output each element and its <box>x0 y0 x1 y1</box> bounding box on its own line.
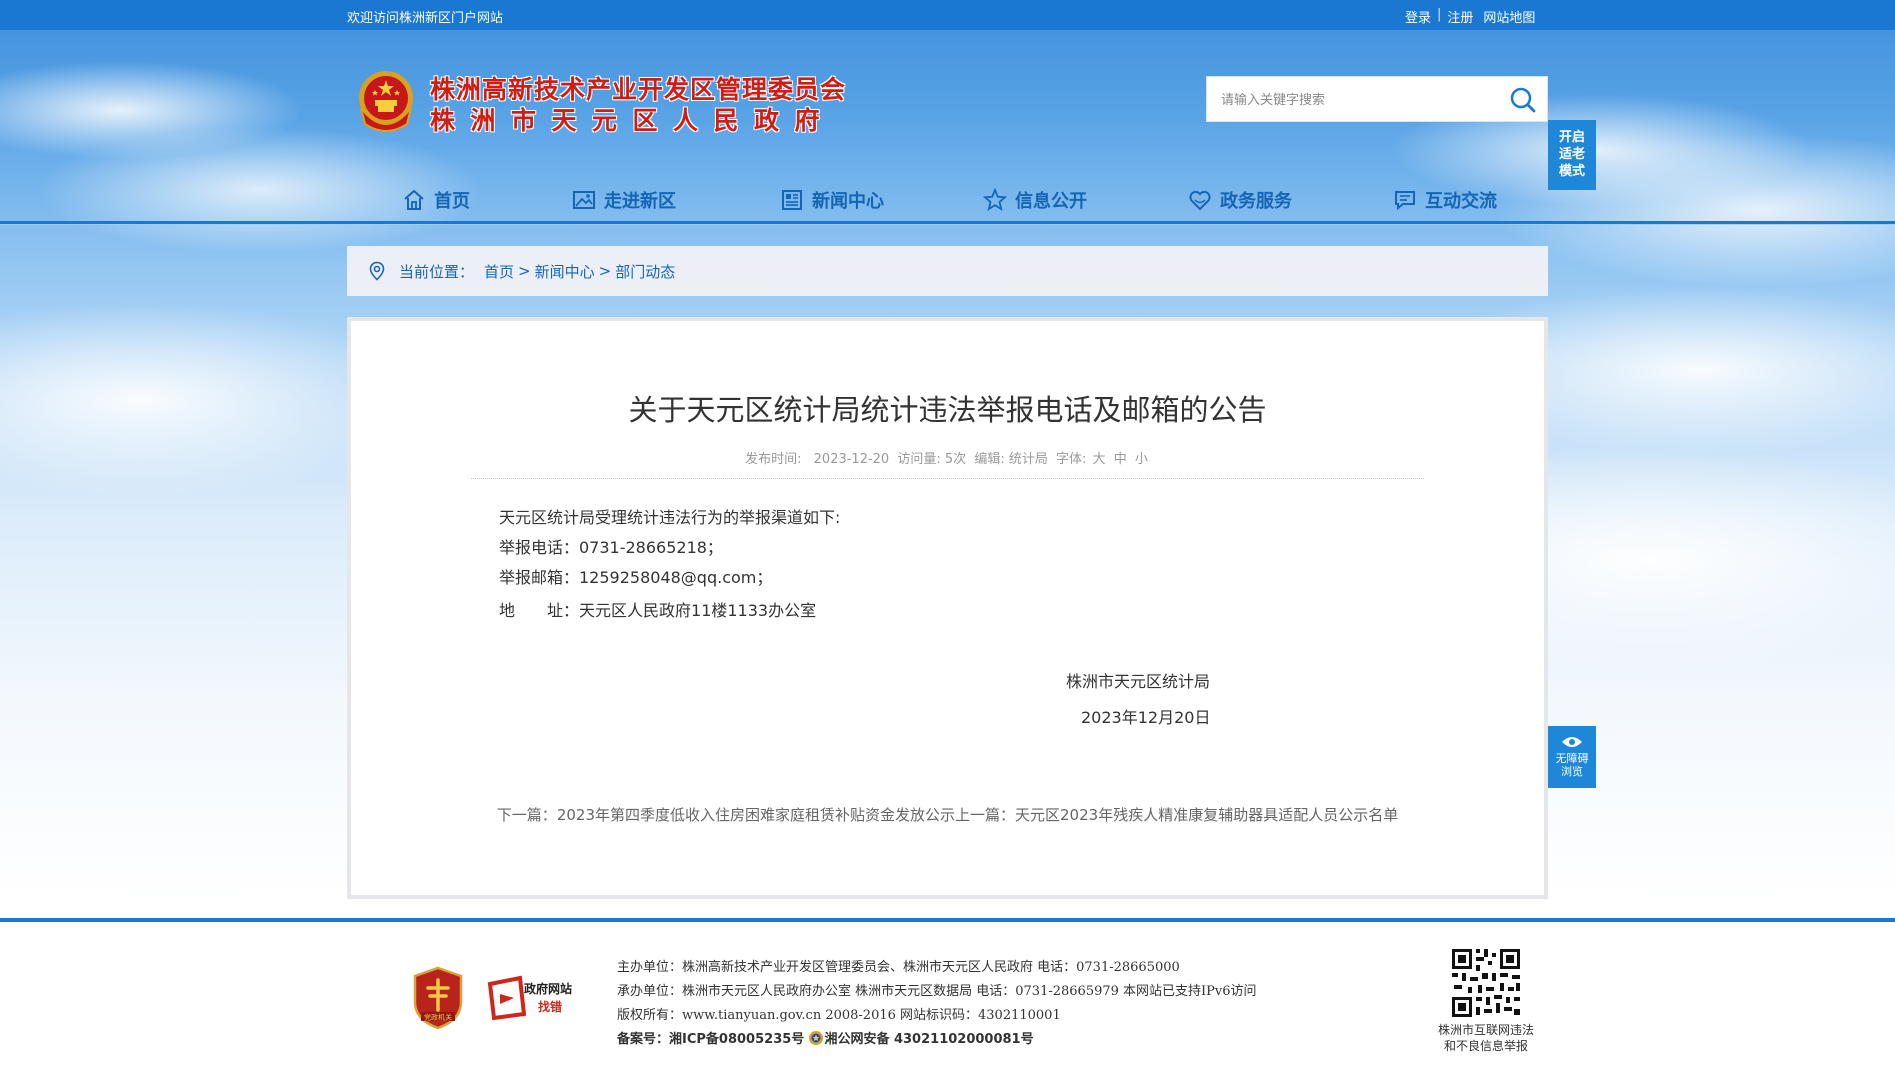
eye-icon <box>1562 737 1582 747</box>
breadcrumb-home[interactable]: 首页 <box>484 261 514 282</box>
editor-label: 编辑: <box>974 452 1005 467</box>
police-badge-icon <box>809 1031 824 1045</box>
breadcrumb-separator: > <box>598 262 612 280</box>
home-icon <box>404 189 424 210</box>
search-icon[interactable] <box>1509 86 1537 114</box>
article-pager: 下一篇：2023年第四季度低收入住房困难家庭租赁补贴资金发放公示上一篇：天元区2… <box>351 804 1544 825</box>
elder-mode-line2: 适老 <box>1558 147 1585 162</box>
accessibility-line1: 无障碍 <box>1555 752 1589 765</box>
location-pin-icon <box>369 261 385 281</box>
meta-divider <box>471 478 1424 479</box>
prev-article-link[interactable]: 天元区2023年残疾人精准康复辅助器具适配人员公示名单 <box>1015 806 1398 824</box>
footer-host: 主办单位：株洲高新技术产业开发区管理委员会、株洲市天元区人民政府 电话：0731… <box>617 960 1180 975</box>
sitemap-link[interactable]: 网站地图 <box>1483 7 1535 26</box>
breadcrumb-separator: > <box>518 262 531 280</box>
signature-org: 株洲市天元区统计局 <box>1066 672 1211 691</box>
picture-icon <box>573 191 595 209</box>
address-label: 地 址： <box>499 601 580 620</box>
footer-organizer: 承办单位：株洲市天元区人民政府办公室 株洲市天元区数据局 电话：0731-286… <box>617 984 1257 999</box>
prev-label: 上一篇： <box>955 806 1016 824</box>
heart-icon <box>1189 190 1211 211</box>
body-address: 地 址：天元区人民政府11楼1133办公室 <box>499 596 1199 626</box>
font-label: 字体: <box>1056 452 1087 467</box>
top-links: 登录 | 注册 网站地图 <box>1405 7 1535 26</box>
search-input[interactable] <box>1221 89 1501 111</box>
star-icon <box>983 188 1007 211</box>
police-record-link[interactable]: 湘公网安备 43021102000081号 <box>824 1032 1033 1047</box>
footer-icp-line: 备案号：湘ICP备08005235号 湘公网安备 43021102000081号 <box>617 1028 1257 1052</box>
article-meta: 发布时间: 2023-12-20 访问量: 5次 编辑: 统计局 字体: 大 中… <box>351 448 1544 467</box>
chat-icon <box>1395 191 1415 211</box>
next-article-link[interactable]: 2023年第四季度低收入住房困难家庭租赁补贴资金发放公示 <box>557 806 955 824</box>
welcome-text: 欢迎访问株洲新区门户网站 <box>347 11 504 26</box>
nav-label: 首页 <box>434 191 470 212</box>
article-panel: 关于天元区统计局统计违法举报电话及邮箱的公告 发布时间: 2023-12-20 … <box>347 317 1548 899</box>
nav-item-info[interactable]: 信息公开 <box>983 178 1087 222</box>
qr-caption-line1: 株洲市互联网违法 <box>1437 1023 1534 1037</box>
nav-label: 信息公开 <box>1015 191 1087 212</box>
error-report-line1: 政府网站 <box>524 982 573 996</box>
nav-label: 新闻中心 <box>812 191 884 212</box>
logo-title-line2[interactable]: 株洲市天元区人民政府 <box>430 101 835 137</box>
accessibility-button[interactable]: 无障碍 浏览 <box>1548 726 1596 788</box>
nav-label: 政务服务 <box>1220 191 1292 212</box>
nav-item-about[interactable]: 走进新区 <box>572 178 676 222</box>
views-count: 5次 <box>944 452 967 467</box>
party-badge-text: 党政机关 <box>424 1013 452 1022</box>
footer-copyright: 版权所有：www.tianyuan.gov.cn 2008-2016 网站标识码… <box>617 1008 1061 1023</box>
qr-code-icon <box>1450 947 1522 1019</box>
register-link[interactable]: 注册 <box>1447 7 1473 26</box>
nav-item-interact[interactable]: 互动交流 <box>1393 178 1497 222</box>
qr-caption-line2: 和不良信息举报 <box>1443 1039 1528 1053</box>
nav-divider-light <box>0 224 1895 225</box>
nav-item-home[interactable]: 首页 <box>402 178 470 222</box>
font-large-button[interactable]: 大 <box>1093 452 1106 467</box>
footer-info: 主办单位：株洲高新技术产业开发区管理委员会、株洲市天元区人民政府 电话：0731… <box>617 956 1257 1052</box>
party-government-badge-icon[interactable]: 党政机关 <box>411 966 465 1030</box>
signature-date: 2023年12月20日 <box>1081 708 1211 727</box>
breadcrumb: 当前位置： 首页 > 新闻中心 > 部门动态 <box>347 246 1548 296</box>
elder-mode-line1: 开启 <box>1558 130 1585 145</box>
nav-item-news[interactable]: 新闻中心 <box>780 178 884 222</box>
top-separator: | <box>1437 7 1442 22</box>
footer: 党政机关 政府网站 找错 主办单位：株洲高新技术产业开发区管理委员会、株洲市天元… <box>0 922 1895 1076</box>
address-value: 天元区人民政府11楼1133办公室 <box>579 601 817 620</box>
icp-link[interactable]: 湘ICP备08005235号 <box>669 1032 804 1047</box>
font-small-button[interactable]: 小 <box>1135 452 1148 467</box>
nav-item-service[interactable]: 政务服务 <box>1188 178 1292 222</box>
nav-label: 互动交流 <box>1425 191 1497 212</box>
top-bar: 欢迎访问株洲新区门户网站 登录 | 注册 网站地图 <box>0 0 1895 30</box>
login-link[interactable]: 登录 <box>1405 7 1431 26</box>
font-medium-button[interactable]: 中 <box>1114 452 1127 467</box>
accessibility-line2: 浏览 <box>1561 765 1583 778</box>
body-phone: 举报电话：0731-28665218； <box>499 538 723 557</box>
error-report-icon <box>487 975 526 1020</box>
error-report-line2: 找错 <box>538 1000 563 1014</box>
body-email: 举报邮箱：1259258048@qq.com； <box>499 568 773 587</box>
icp-label: 备案号： <box>617 1032 670 1047</box>
main-nav: 首页 走进新区 新闻中心 信息公开 政务服务 互动交流 <box>0 178 1895 222</box>
newspaper-icon <box>782 190 802 210</box>
breadcrumb-news[interactable]: 新闻中心 <box>535 261 595 282</box>
next-label: 下一篇： <box>496 806 557 824</box>
publish-label: 发布时间: <box>745 452 802 467</box>
qr-caption: 株洲市互联网违法 和不良信息举报 <box>1420 1022 1552 1054</box>
nav-label: 走进新区 <box>604 191 676 212</box>
article-title: 关于天元区统计局统计违法举报电话及邮箱的公告 <box>628 393 1267 427</box>
breadcrumb-label: 当前位置： <box>399 262 475 281</box>
search-box <box>1206 76 1548 122</box>
editor-name: 统计局 <box>1008 452 1048 467</box>
publish-date: 2023-12-20 <box>813 452 890 467</box>
national-emblem-icon[interactable] <box>355 68 417 134</box>
website-error-report[interactable]: 政府网站 找错 <box>486 974 586 1020</box>
views-label: 访问量: <box>897 452 941 467</box>
article-body: 天元区统计局受理统计违法行为的举报渠道如下: 举报电话：0731-2866521… <box>499 503 1199 626</box>
body-intro: 天元区统计局受理统计违法行为的举报渠道如下: <box>499 508 841 527</box>
breadcrumb-department[interactable]: 部门动态 <box>615 261 675 282</box>
